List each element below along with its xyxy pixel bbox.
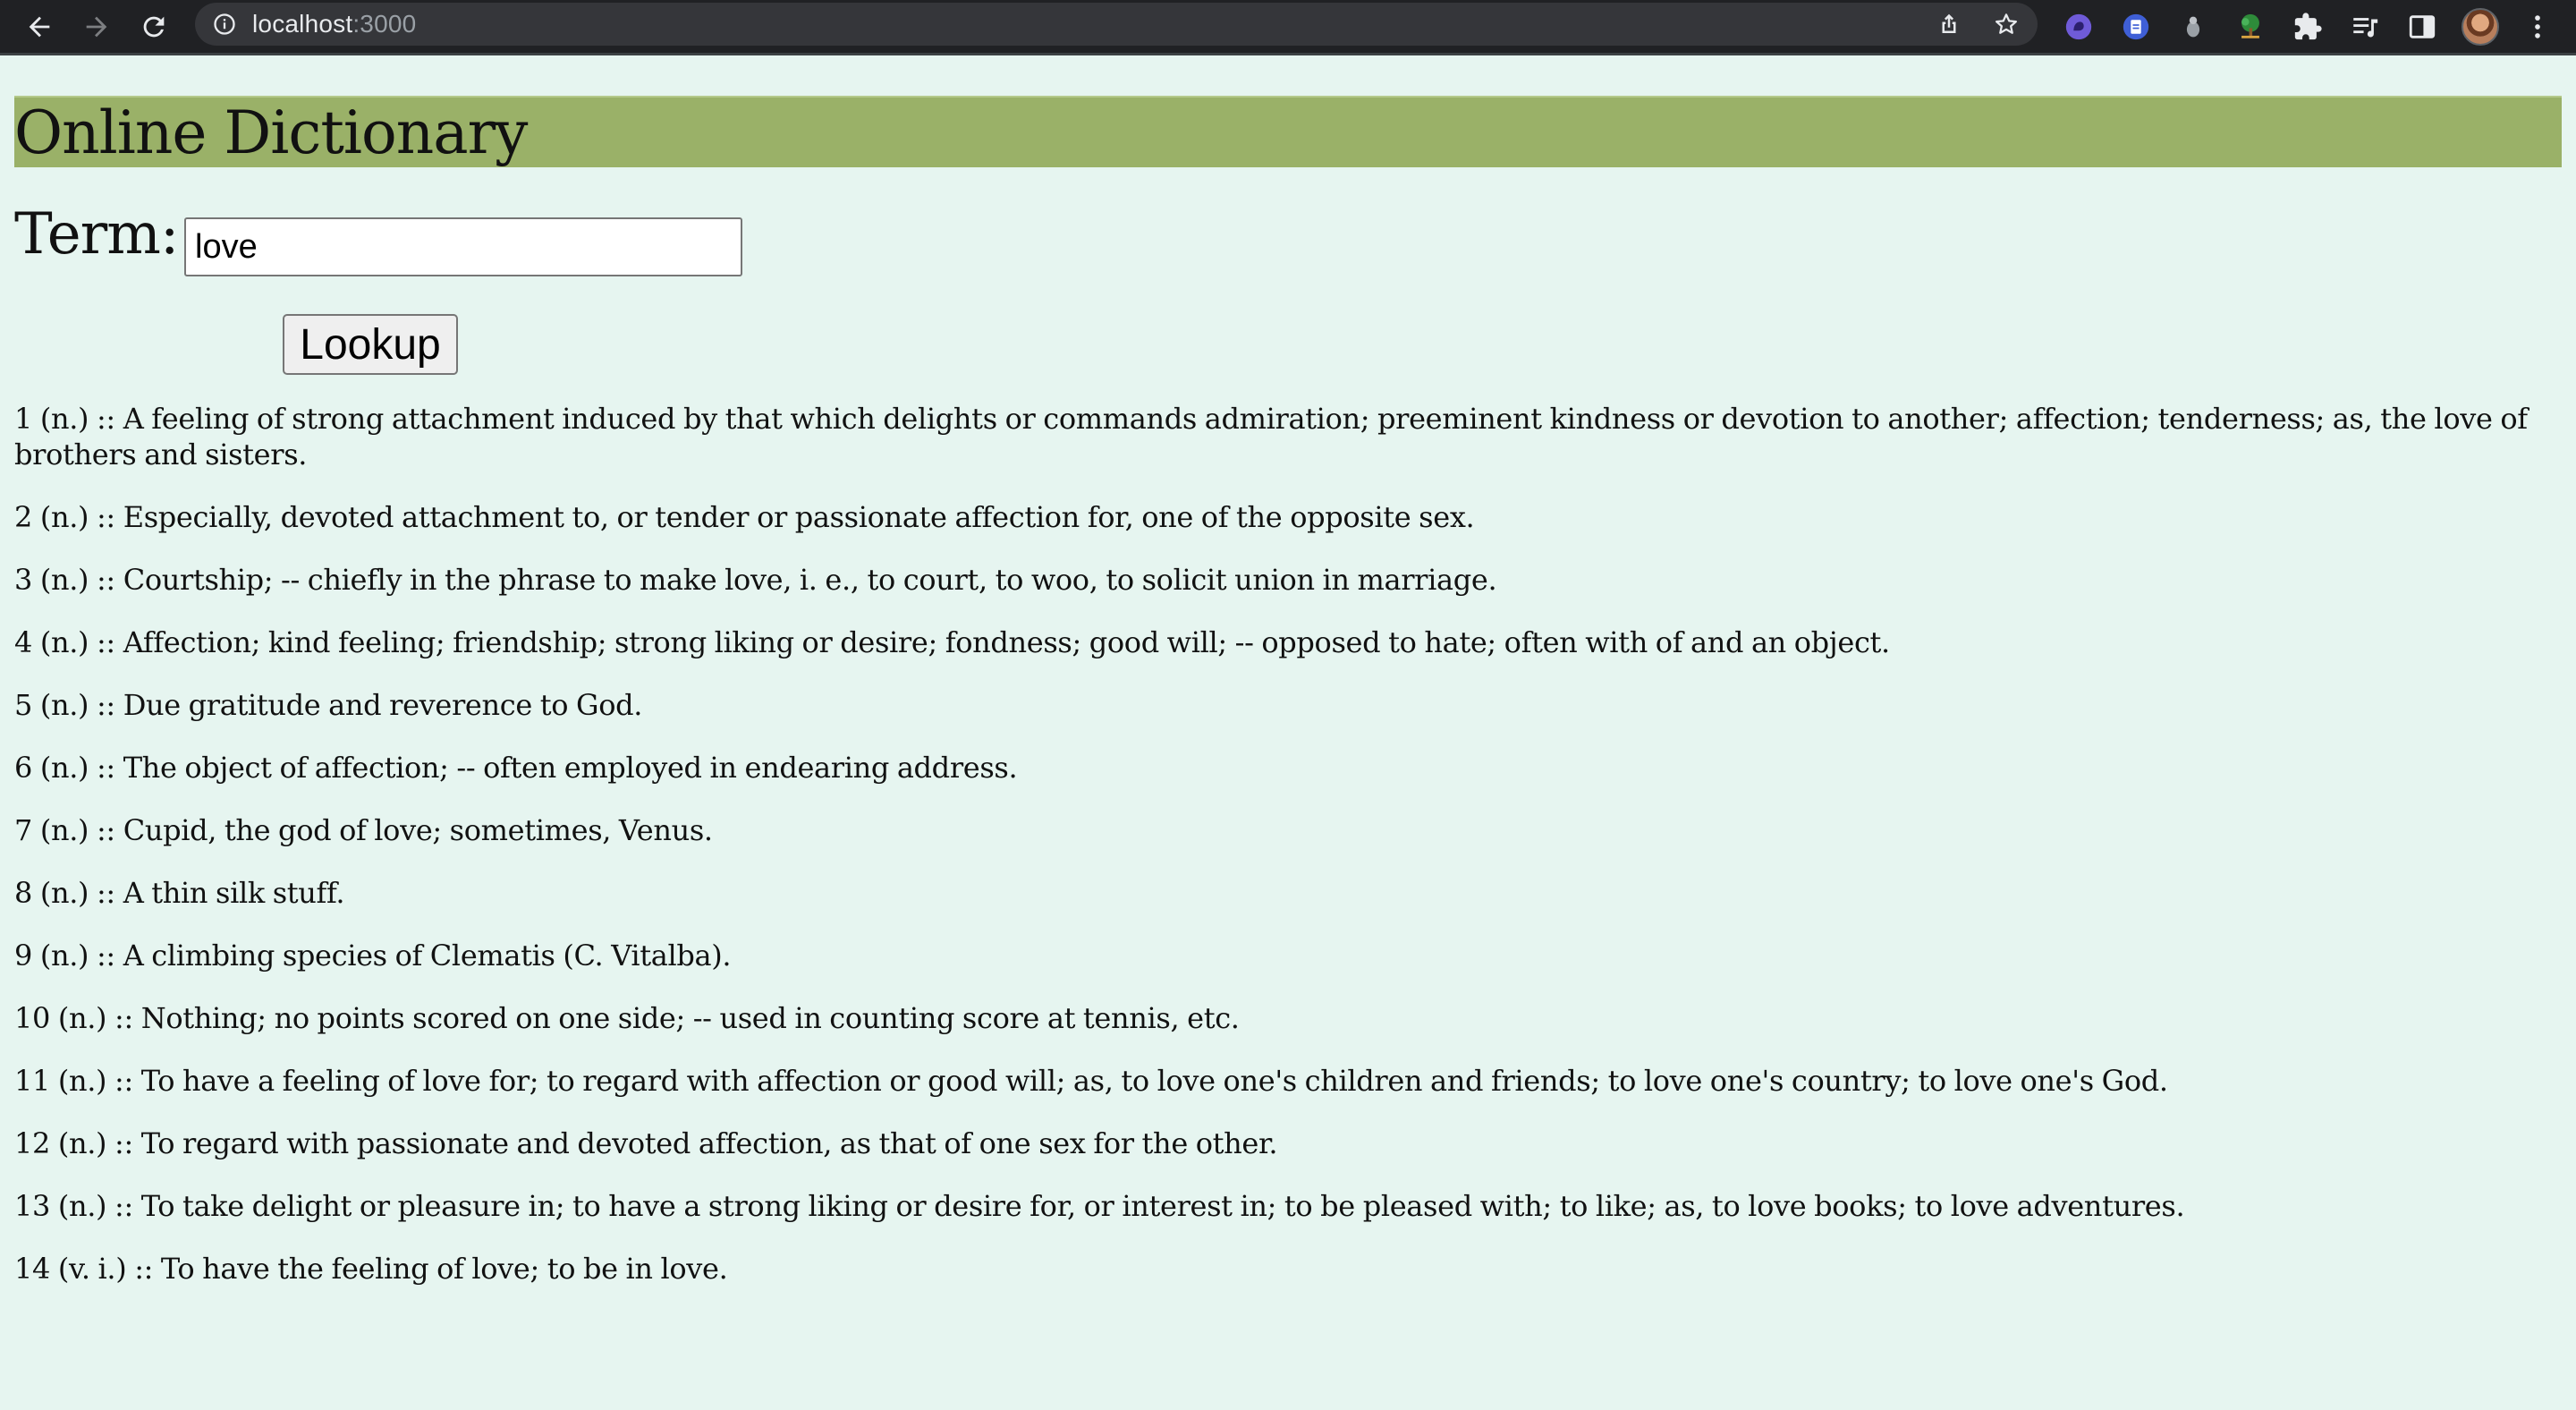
extension-icon[interactable]: [2062, 10, 2096, 44]
url-text: localhost:3000: [252, 10, 416, 38]
definition-item: 2 (n.) :: Especially, devoted attachment…: [14, 500, 1475, 534]
definition-item: 9 (n.) :: A climbing species of Clematis…: [14, 939, 732, 973]
term-input[interactable]: [184, 217, 742, 276]
share-icon[interactable]: [1936, 11, 1962, 38]
reload-icon[interactable]: [132, 5, 175, 48]
back-icon[interactable]: [18, 5, 61, 48]
definition-item: 11 (n.) :: To have a feeling of love for…: [14, 1064, 2168, 1098]
definition-item: 13 (n.) :: To take delight or pleasure i…: [14, 1189, 2185, 1223]
reading-list-icon[interactable]: [2348, 10, 2382, 44]
page-title: Online Dictionary: [14, 98, 528, 167]
definition-item: 3 (n.) :: Courtship; -- chiefly in the p…: [14, 563, 1497, 597]
extension-icon[interactable]: [2176, 10, 2210, 44]
side-panel-icon[interactable]: [2405, 10, 2439, 44]
definition-item: 6 (n.) :: The object of affection; -- of…: [14, 751, 1018, 785]
definition-item: 4 (n.) :: Affection; kind feeling; frien…: [14, 625, 1890, 659]
browser-toolbar: localhost:3000: [0, 0, 2576, 55]
definition-item: 14 (v. i.) :: To have the feeling of lov…: [14, 1252, 728, 1286]
forward-icon[interactable]: [75, 5, 118, 48]
puzzle-icon[interactable]: [2291, 10, 2325, 44]
info-icon[interactable]: [211, 11, 238, 38]
lookup-button[interactable]: Lookup: [283, 314, 458, 375]
definitions-list: 1 (n.) :: A feeling of strong attachment…: [14, 401, 2562, 1313]
profile-avatar[interactable]: [2462, 8, 2499, 46]
bookmark-star-icon[interactable]: [1993, 11, 2020, 38]
definition-item: 8 (n.) :: A thin silk stuff.: [14, 876, 345, 910]
url-host: localhost: [252, 10, 353, 38]
definition-item: 10 (n.) :: Nothing; no points scored on …: [14, 1001, 1240, 1035]
extension-icon[interactable]: [2119, 10, 2153, 44]
page-header: Online Dictionary: [14, 96, 2562, 167]
term-label: Term:: [14, 201, 179, 268]
definition-item: 5 (n.) :: Due gratitude and reverence to…: [14, 688, 643, 722]
definition-item: 1 (n.) :: A feeling of strong attachment…: [14, 402, 2528, 471]
definition-item: 7 (n.) :: Cupid, the god of love; someti…: [14, 813, 713, 847]
address-bar[interactable]: localhost:3000: [195, 3, 2038, 46]
definition-item: 12 (n.) :: To regard with passionate and…: [14, 1126, 1278, 1160]
menu-dots-icon[interactable]: [2521, 10, 2555, 44]
page-content: Online Dictionary Term: Lookup 1 (n.) ::…: [0, 55, 2576, 1410]
extension-icon[interactable]: [2233, 10, 2267, 44]
url-port: :3000: [352, 10, 417, 38]
